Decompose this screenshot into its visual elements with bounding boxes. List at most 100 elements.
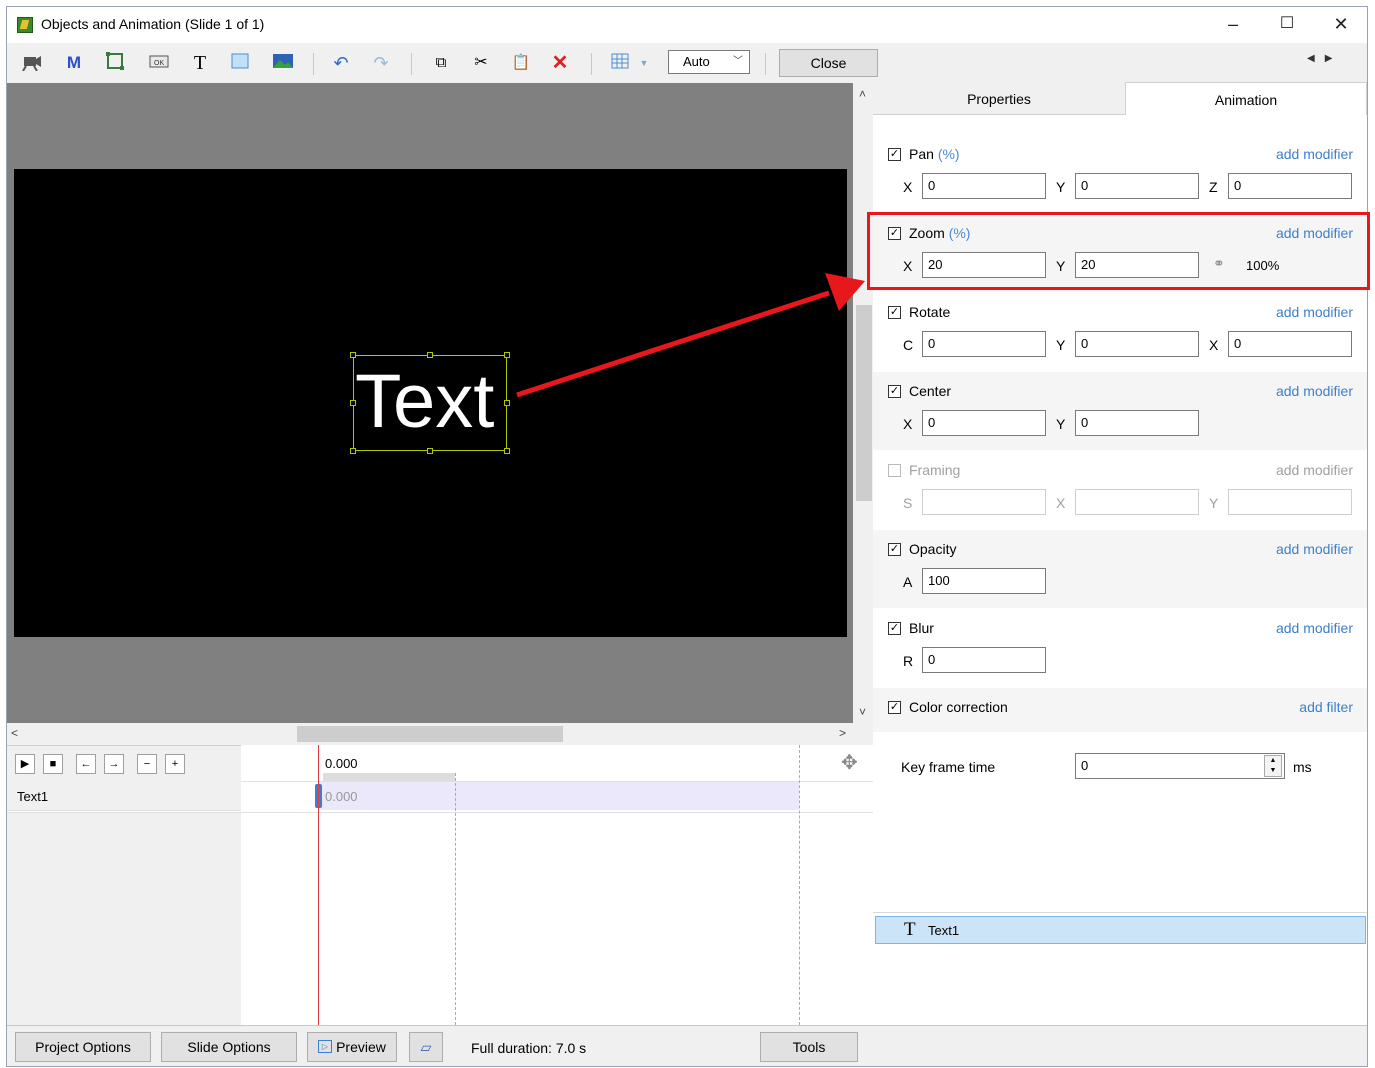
rotate-y-input[interactable]: 0: [1075, 331, 1199, 357]
prev-keyframe-button[interactable]: ←: [76, 754, 96, 774]
cut-icon[interactable]: ✂: [469, 51, 493, 75]
delete-keyframe-button[interactable]: −: [137, 754, 157, 774]
center-x-label: X: [903, 416, 913, 432]
resize-handle[interactable]: [350, 448, 356, 454]
opacity-label: Opacity: [909, 541, 957, 557]
pan-checkbox[interactable]: ✓: [888, 148, 901, 161]
rotate-add-modifier-link[interactable]: add modifier: [1276, 304, 1353, 320]
toolbar-separator: [411, 53, 412, 75]
fullscreen-button[interactable]: ▱: [409, 1032, 443, 1062]
framing-section: Framing add modifier S X Y: [873, 451, 1367, 529]
rotate-c-label: C: [903, 337, 914, 353]
maximize-button[interactable]: ☐: [1261, 7, 1313, 41]
scroll-right-icon[interactable]: >: [839, 726, 846, 740]
resize-handle[interactable]: [350, 352, 356, 358]
pan-add-modifier-link[interactable]: add modifier: [1276, 146, 1353, 162]
color-correction-checkbox[interactable]: ✓: [888, 701, 901, 714]
scroll-left-icon[interactable]: <: [11, 726, 18, 740]
opacity-section: ✓ Opacity add modifier A 100: [873, 530, 1367, 608]
rotate-x-input[interactable]: 0: [1228, 331, 1352, 357]
camera-icon[interactable]: [19, 51, 43, 75]
center-section: ✓ Center add modifier X 0 Y 0: [873, 372, 1367, 450]
pan-section: ✓ Pan (%) add modifier X 0 Y 0 Z 0: [873, 135, 1367, 213]
opacity-checkbox[interactable]: ✓: [888, 543, 901, 556]
pan-z-input[interactable]: 0: [1228, 173, 1352, 199]
zoom-highlight-box: [867, 212, 1370, 290]
text-icon[interactable]: T: [188, 51, 212, 75]
chevron-down-icon: ﹀: [733, 56, 743, 67]
stop-button[interactable]: ■: [43, 754, 63, 774]
move-icon[interactable]: ✥: [841, 750, 858, 775]
button-icon[interactable]: OK: [147, 51, 171, 75]
playhead[interactable]: [318, 745, 319, 1025]
copy-icon[interactable]: ⧉: [429, 51, 453, 75]
keyframe-spinner[interactable]: ▲ ▼: [1264, 755, 1282, 777]
opacity-add-modifier-link[interactable]: add modifier: [1276, 541, 1353, 557]
framing-s-input[interactable]: [922, 489, 1046, 515]
paste-icon[interactable]: 📋: [509, 51, 533, 75]
center-add-modifier-link[interactable]: add modifier: [1276, 383, 1353, 399]
blur-checkbox[interactable]: ✓: [888, 622, 901, 635]
timeline-object-span[interactable]: [319, 782, 799, 810]
rotate-label: Rotate: [909, 304, 951, 320]
zoom-select[interactable]: Auto ﹀: [668, 50, 750, 74]
resize-handle[interactable]: [350, 400, 356, 406]
framing-s-label: S: [903, 495, 913, 511]
minimize-button[interactable]: –: [1207, 7, 1259, 41]
scroll-thumb[interactable]: [297, 726, 563, 742]
mask-icon[interactable]: M: [62, 51, 86, 75]
toolbar-separator: [591, 53, 592, 75]
main-window: Objects and Animation (Slide 1 of 1) – ☐…: [6, 6, 1370, 1067]
resize-handle[interactable]: [427, 352, 433, 358]
center-x-input[interactable]: 0: [922, 410, 1046, 436]
rectangle-icon[interactable]: [228, 51, 252, 75]
framing-checkbox[interactable]: [888, 464, 901, 477]
framing-y-input[interactable]: [1228, 489, 1352, 515]
rotate-c-input[interactable]: 0: [922, 331, 1046, 357]
close-button[interactable]: Close: [779, 49, 878, 77]
center-y-input[interactable]: 0: [1075, 410, 1199, 436]
grid-dropdown-icon[interactable]: ▼: [637, 51, 651, 75]
tab-scroll-arrows[interactable]: ◀▶: [1307, 53, 1342, 64]
timeline-row-name: Text1: [17, 789, 49, 804]
frame-icon[interactable]: [103, 51, 127, 75]
slide-options-button[interactable]: Slide Options: [161, 1032, 297, 1062]
play-button[interactable]: ▶: [15, 754, 35, 774]
blur-r-label: R: [903, 653, 914, 669]
add-keyframe-button[interactable]: +: [165, 754, 185, 774]
pan-x-label: X: [903, 179, 913, 195]
grid-icon[interactable]: [608, 51, 632, 75]
pan-y-input[interactable]: 0: [1075, 173, 1199, 199]
opacity-a-input[interactable]: 100: [922, 568, 1046, 594]
resize-handle[interactable]: [427, 448, 433, 454]
scroll-up-icon[interactable]: ˄: [859, 87, 866, 101]
tools-button[interactable]: Tools: [760, 1032, 858, 1062]
project-options-button[interactable]: Project Options: [15, 1032, 151, 1062]
framing-add-modifier-link[interactable]: add modifier: [1276, 462, 1353, 478]
rotate-checkbox[interactable]: ✓: [888, 306, 901, 319]
redo-icon[interactable]: ↷: [369, 51, 393, 75]
horizontal-scrollbar[interactable]: < >: [7, 723, 853, 745]
selection-frame[interactable]: [353, 355, 507, 451]
tab-animation[interactable]: Animation: [1125, 82, 1367, 115]
image-icon[interactable]: [271, 51, 295, 75]
resize-handle[interactable]: [504, 448, 510, 454]
blur-r-input[interactable]: 0: [922, 647, 1046, 673]
list-item[interactable]: T Text1: [875, 916, 1366, 944]
next-keyframe-button[interactable]: →: [104, 754, 124, 774]
scroll-down-icon[interactable]: ˅: [859, 705, 866, 719]
toolbar: M OK T ↶ ↷ ⧉ ✂ 📋 ✕ ▼ Auto ﹀ Close ◀▶: [7, 43, 1367, 83]
keyframe-time-input[interactable]: 0: [1075, 753, 1285, 779]
pan-x-input[interactable]: 0: [922, 173, 1046, 199]
undo-icon[interactable]: ↶: [329, 51, 353, 75]
blur-add-modifier-link[interactable]: add modifier: [1276, 620, 1353, 636]
tab-properties[interactable]: Properties: [873, 83, 1125, 115]
center-checkbox[interactable]: ✓: [888, 385, 901, 398]
close-window-button[interactable]: ✕: [1315, 7, 1367, 41]
object-name: Text1: [928, 923, 960, 938]
delete-icon[interactable]: ✕: [548, 51, 572, 75]
preview-button[interactable]: ▷ Preview: [307, 1032, 397, 1062]
framing-x-input[interactable]: [1075, 489, 1199, 515]
color-correction-add-filter-link[interactable]: add filter: [1299, 699, 1353, 715]
app-icon: [17, 17, 33, 33]
